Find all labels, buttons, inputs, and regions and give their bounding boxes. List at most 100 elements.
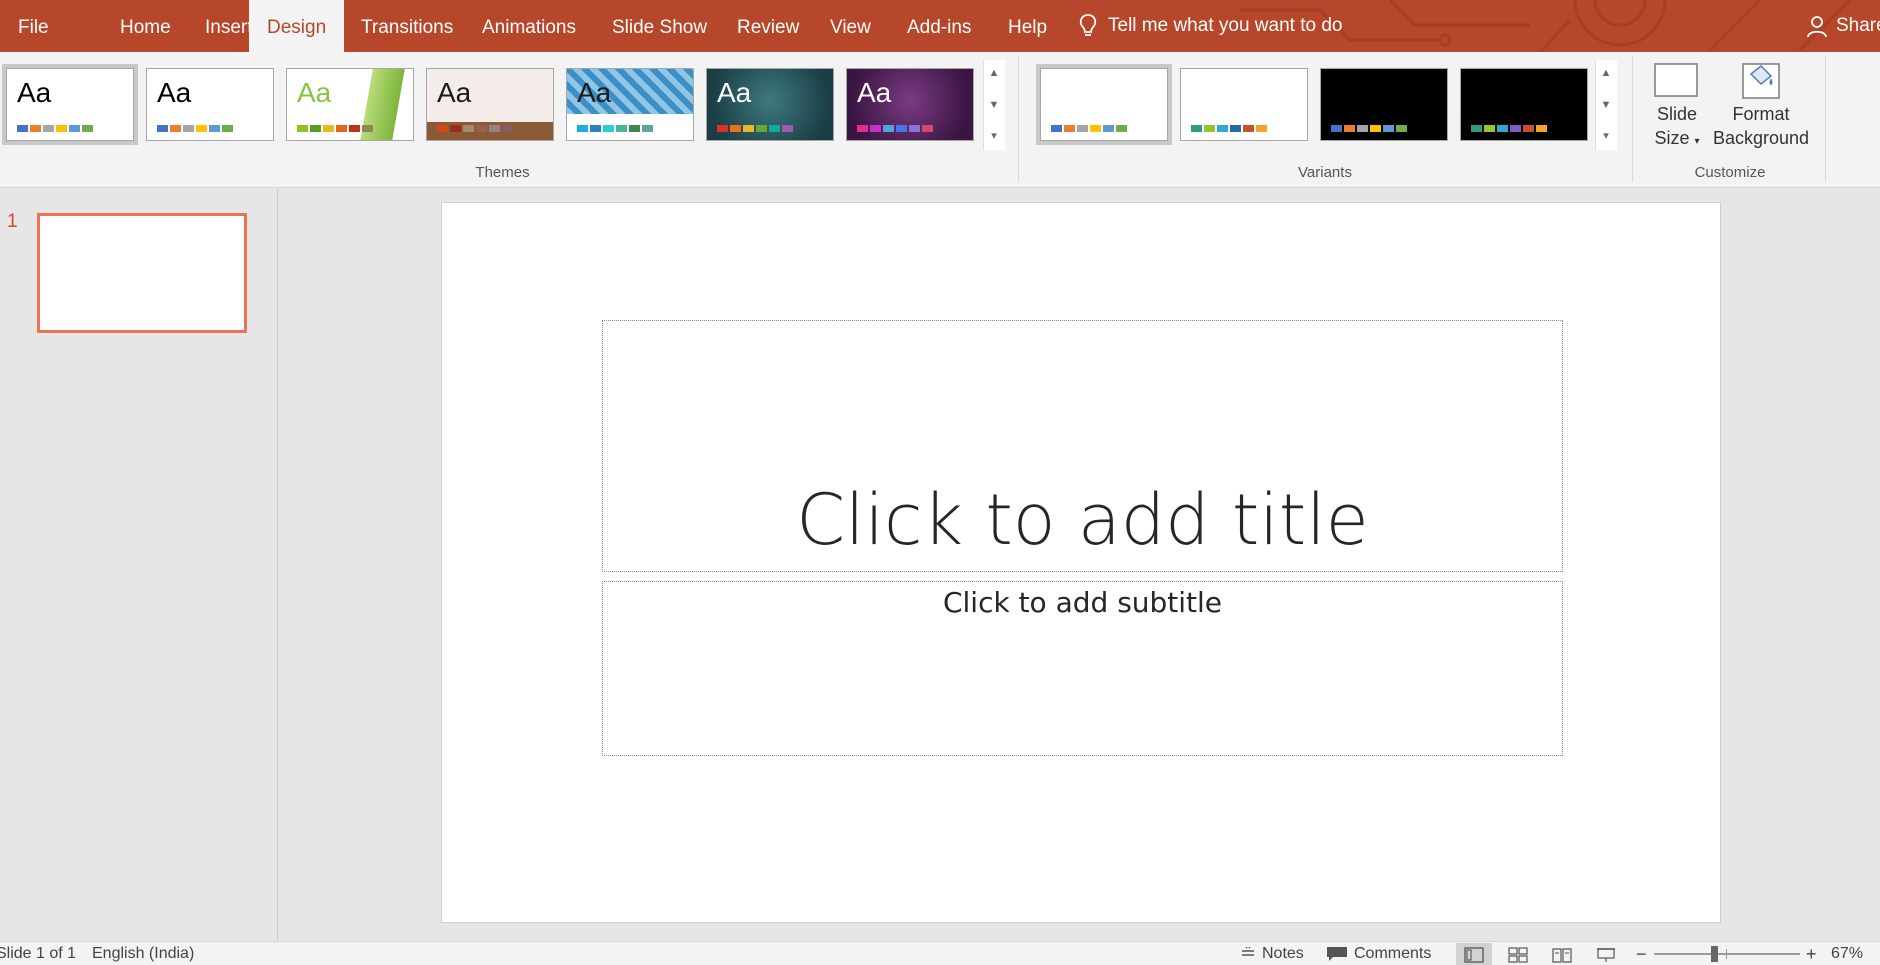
title-placeholder[interactable]: Click to add title xyxy=(602,320,1563,572)
color-swatch xyxy=(1471,125,1482,132)
color-swatch xyxy=(1357,125,1368,132)
zoom-slider-thumb[interactable] xyxy=(1711,946,1719,962)
normal-view-button[interactable] xyxy=(1456,943,1492,965)
status-bar: Slide 1 of 1 English (India) Notes Comme… xyxy=(0,941,1880,965)
color-swatch xyxy=(909,125,920,132)
color-swatch xyxy=(1344,125,1355,132)
theme-sample-text: Aa xyxy=(157,77,192,108)
color-swatch xyxy=(730,125,741,132)
theme-sample-text: Aa xyxy=(857,77,892,108)
slide-canvas: Click to add title Click to add subtitle xyxy=(441,202,1721,923)
color-swatches xyxy=(717,125,793,132)
theme-thumb-7[interactable]: Aa xyxy=(846,68,974,141)
color-swatches xyxy=(157,125,233,132)
theme-thumb-5[interactable]: Aa xyxy=(566,68,694,141)
language-indicator[interactable]: English (India) xyxy=(92,942,194,965)
color-swatches xyxy=(437,125,513,132)
zoom-out-button[interactable]: − xyxy=(1636,942,1647,965)
variant-thumb-1[interactable] xyxy=(1036,64,1172,145)
slide-sorter-button[interactable] xyxy=(1500,943,1536,965)
color-swatch xyxy=(183,125,194,132)
color-swatch xyxy=(1370,125,1381,132)
lightbulb-icon xyxy=(1079,14,1097,36)
notes-button[interactable]: Notes xyxy=(1240,942,1304,965)
subtitle-placeholder[interactable]: Click to add subtitle xyxy=(602,581,1563,756)
share-button[interactable]: Share xyxy=(1806,0,1880,52)
color-swatch xyxy=(349,125,360,132)
color-swatch xyxy=(476,125,487,132)
color-swatch xyxy=(857,125,868,132)
variant-thumb-2[interactable] xyxy=(1180,68,1308,141)
variant-thumb-4[interactable] xyxy=(1460,68,1588,141)
tab-review[interactable]: Review xyxy=(719,0,817,52)
color-swatch xyxy=(30,125,41,132)
color-swatch xyxy=(896,125,907,132)
color-swatch xyxy=(1103,125,1114,132)
color-swatch xyxy=(1230,125,1241,132)
color-swatch xyxy=(1116,125,1127,132)
slide-show-button[interactable] xyxy=(1588,943,1624,965)
color-swatch xyxy=(69,125,80,132)
format-background-button[interactable]: Format Background xyxy=(1710,60,1812,150)
theme-thumb-4[interactable]: Aa xyxy=(426,68,554,141)
color-swatch xyxy=(209,125,220,132)
color-swatch xyxy=(1191,125,1202,132)
tab-transitions[interactable]: Transitions xyxy=(343,0,471,52)
ribbon-design: Aa Aa Aa Aa Aa Aa Aa ▲ ▼ ▾ Themes ▲ ▼ ▾ … xyxy=(0,52,1880,188)
color-swatch xyxy=(1510,125,1521,132)
zoom-slider-center-tick xyxy=(1726,949,1727,959)
tell-me-search[interactable]: Tell me what you want to do xyxy=(1078,0,1342,52)
reading-view-button[interactable] xyxy=(1544,943,1580,965)
color-swatch xyxy=(1383,125,1394,132)
tab-add-ins[interactable]: Add-ins xyxy=(889,0,989,52)
color-swatch xyxy=(297,125,308,132)
tab-animations[interactable]: Animations xyxy=(464,0,594,52)
color-swatch xyxy=(870,125,881,132)
tab-slide-show[interactable]: Slide Show xyxy=(594,0,725,52)
themes-scroll-up-button[interactable]: ▲ xyxy=(984,60,1004,86)
variants-scroll-down-button[interactable]: ▼ xyxy=(1596,92,1616,118)
zoom-slider[interactable] xyxy=(1654,946,1800,962)
tab-design[interactable]: Design xyxy=(249,0,345,52)
slide-size-button[interactable]: Slide Size ▾ xyxy=(1648,60,1706,154)
color-swatch xyxy=(1243,125,1254,132)
color-swatch xyxy=(1090,125,1101,132)
tab-help[interactable]: Help xyxy=(990,0,1065,52)
notes-icon xyxy=(1242,947,1254,956)
theme-thumb-6[interactable]: Aa xyxy=(706,68,834,141)
theme-sample-text: Aa xyxy=(437,77,472,108)
zoom-level[interactable]: 67% xyxy=(1831,942,1863,965)
color-swatch xyxy=(17,125,28,132)
themes-scroll-down-button[interactable]: ▼ xyxy=(984,92,1004,118)
variants-scroll-up-button[interactable]: ▲ xyxy=(1596,60,1616,86)
title-tab-bar: File Home Insert Design Transitions Anim… xyxy=(0,0,1880,52)
slide-number: 1 xyxy=(7,211,18,232)
color-swatch xyxy=(157,125,168,132)
color-swatch xyxy=(629,125,640,132)
comments-button[interactable]: Comments xyxy=(1326,942,1431,965)
group-separator xyxy=(1632,56,1633,182)
color-swatches xyxy=(1331,125,1407,132)
color-swatches xyxy=(1051,125,1127,132)
color-swatch xyxy=(756,125,767,132)
color-swatch xyxy=(717,125,728,132)
tab-view[interactable]: View xyxy=(812,0,889,52)
color-swatch xyxy=(1484,125,1495,132)
color-swatch xyxy=(82,125,93,132)
tab-home[interactable]: Home xyxy=(102,0,189,52)
color-swatch xyxy=(222,125,233,132)
color-swatch xyxy=(1331,125,1342,132)
tab-file[interactable]: File xyxy=(0,0,67,52)
zoom-in-button[interactable]: + xyxy=(1806,942,1817,965)
color-swatch xyxy=(56,125,67,132)
themes-more-button[interactable]: ▾ xyxy=(984,122,1004,148)
format-background-label-2: Background xyxy=(1712,128,1810,148)
variants-more-button[interactable]: ▾ xyxy=(1596,122,1616,148)
theme-thumb-2[interactable]: Aa xyxy=(146,68,274,141)
variant-thumb-3[interactable] xyxy=(1320,68,1448,141)
color-swatch xyxy=(769,125,780,132)
slide-thumbnail-1[interactable] xyxy=(37,213,247,333)
theme-thumb-3[interactable]: Aa xyxy=(286,68,414,141)
color-swatch xyxy=(883,125,894,132)
theme-thumb-1[interactable]: Aa xyxy=(2,64,138,145)
